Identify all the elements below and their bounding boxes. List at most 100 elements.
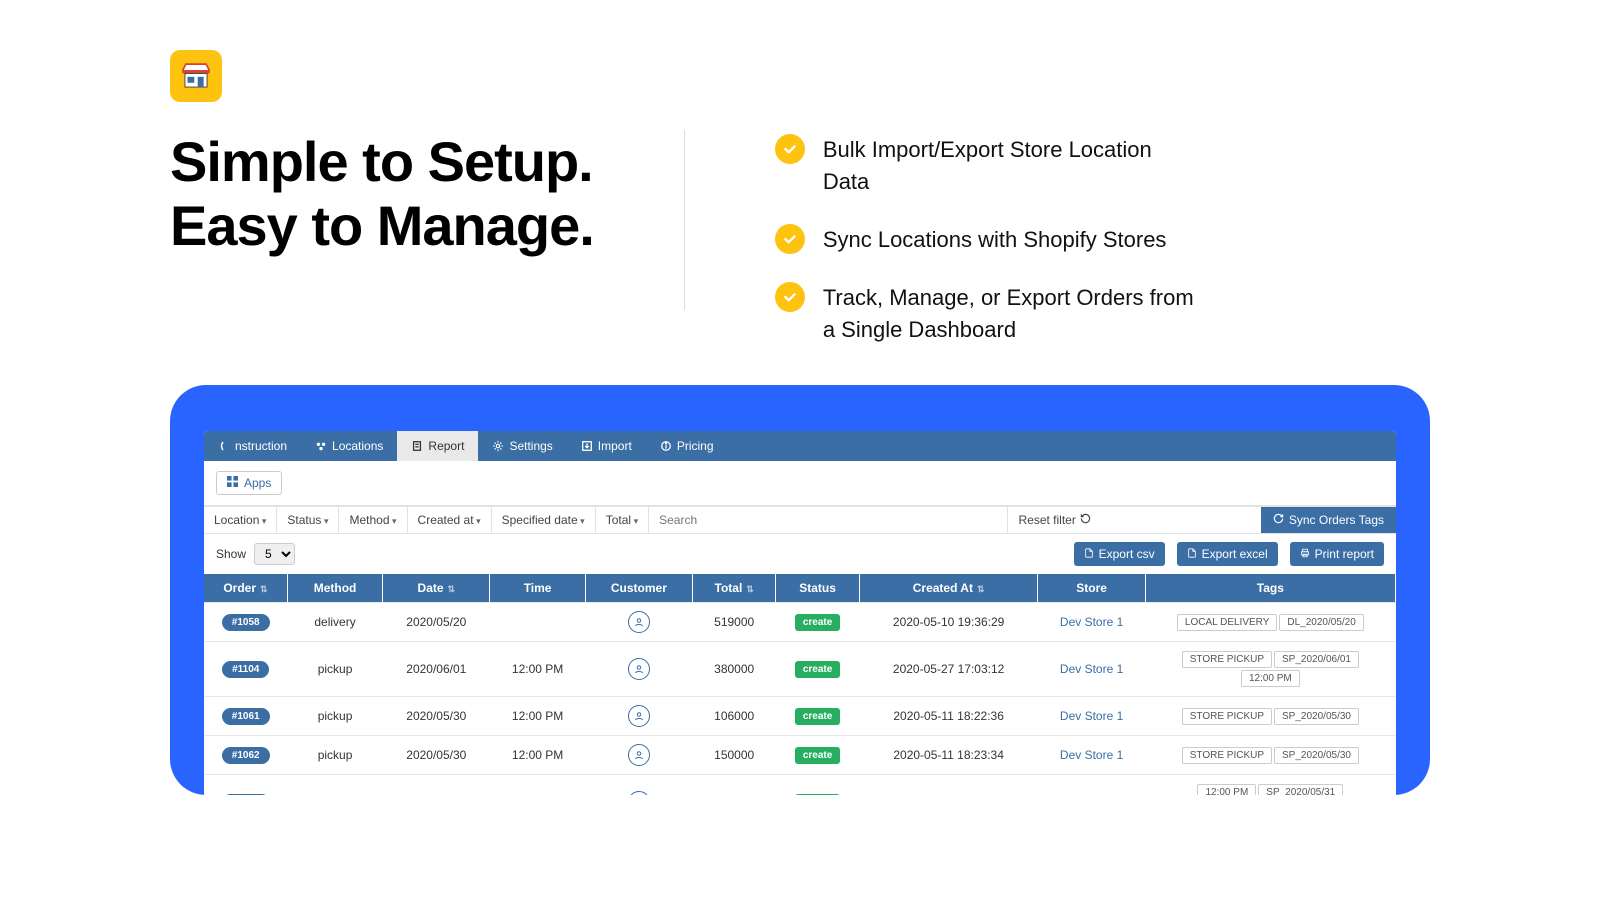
order-link[interactable]: #1058 — [222, 614, 270, 631]
filter-total[interactable]: Total — [596, 507, 649, 533]
tab-label: Report — [428, 439, 464, 453]
export-excel-label: Export excel — [1202, 547, 1268, 561]
tab-nstruction[interactable]: nstruction — [204, 431, 301, 461]
dashboard-app: nstruction Locations Report SettingsImport P… — [204, 431, 1396, 795]
show-select[interactable]: 5 — [254, 543, 295, 565]
table-row: #1058delivery2020/05/20519000create2020-… — [204, 603, 1396, 642]
store-link[interactable]: Dev Store 1 — [1060, 748, 1123, 762]
tag-chip: SP_2020/05/30 — [1274, 708, 1359, 725]
store-link[interactable]: Dev Store 1 — [1060, 709, 1123, 723]
cell-time: 12:00 PM — [490, 736, 585, 775]
export-csv-label: Export csv — [1099, 547, 1155, 561]
screenshot-frame: nstruction Locations Report SettingsImport P… — [170, 385, 1430, 795]
col-method[interactable]: Method — [287, 574, 382, 603]
print-report-label: Print report — [1315, 547, 1374, 561]
check-icon — [775, 224, 805, 254]
filter-status[interactable]: Status — [277, 507, 339, 533]
headline-l1: Simple to Setup. — [170, 130, 594, 194]
status-badge: create — [795, 794, 840, 796]
col-label: Store — [1076, 581, 1107, 595]
cell-method: pickup — [287, 697, 382, 736]
sort-icon: ⇅ — [977, 584, 985, 594]
filter-location[interactable]: Location — [204, 507, 277, 533]
cell-created-at: 2020-05-27 17:03:12 — [859, 642, 1038, 697]
orders-table: Order⇅MethodDate⇅TimeCustomerTotal⇅Statu… — [204, 574, 1396, 795]
customer-icon[interactable] — [628, 658, 650, 680]
cell-created-at: 2020-05-26 12:24:57 — [859, 775, 1038, 796]
sort-icon: ⇅ — [746, 584, 754, 594]
store-link[interactable]: Dev Store 1 — [1060, 662, 1123, 676]
filter-method[interactable]: Method — [339, 507, 407, 533]
filter-created-at[interactable]: Created at — [408, 507, 492, 533]
nav-tabs: nstruction Locations Report SettingsImport P… — [204, 431, 1396, 461]
reset-filter-button[interactable]: Reset filter — [1007, 507, 1100, 533]
export-csv-button[interactable]: Export csv — [1074, 542, 1165, 566]
cell-date: 2020/05/31 — [383, 775, 490, 796]
order-link[interactable]: #1062 — [222, 747, 270, 764]
col-order[interactable]: Order⇅ — [204, 574, 287, 603]
tab-settings[interactable]: Settings — [478, 431, 566, 461]
filter-specified-date[interactable]: Specified date — [492, 507, 596, 533]
col-label: Method — [314, 581, 357, 595]
cell-created-at: 2020-05-10 19:36:29 — [859, 603, 1038, 642]
apps-button-label: Apps — [244, 476, 271, 490]
status-badge: create — [795, 747, 840, 764]
tab-label: Pricing — [677, 439, 714, 453]
col-label: Status — [799, 581, 836, 595]
check-icon — [775, 134, 805, 164]
table-row: #1062pickup2020/05/3012:00 PM150000creat… — [204, 736, 1396, 775]
search-input[interactable] — [649, 507, 1007, 533]
gear-icon — [492, 440, 504, 452]
check-icon — [775, 282, 805, 312]
col-label: Total — [715, 581, 743, 595]
order-link[interactable]: #1061 — [222, 708, 270, 725]
print-report-button[interactable]: Print report — [1290, 542, 1384, 566]
customer-icon[interactable] — [628, 744, 650, 766]
table-row: #1092pickup2020/05/3112:00 PM230000creat… — [204, 775, 1396, 796]
cell-method: pickup — [287, 642, 382, 697]
info-icon — [660, 440, 672, 452]
file-icon — [1084, 547, 1094, 561]
tab-import[interactable]: Import — [567, 431, 646, 461]
cell-time: 12:00 PM — [490, 697, 585, 736]
cell-date: 2020/05/30 — [383, 697, 490, 736]
tab-label: nstruction — [235, 439, 287, 453]
col-time[interactable]: Time — [490, 574, 585, 603]
cell-tags: STORE PICKUPSP_2020/06/0112:00 PM — [1145, 642, 1395, 697]
col-created-at[interactable]: Created At⇅ — [859, 574, 1038, 603]
col-status[interactable]: Status — [776, 574, 859, 603]
col-store[interactable]: Store — [1038, 574, 1145, 603]
tag-chip: LOCAL DELIVERY — [1177, 614, 1277, 631]
reset-filter-label: Reset filter — [1018, 513, 1075, 527]
sync-icon — [1273, 513, 1284, 527]
paren-icon — [218, 440, 230, 452]
tag-chip: 12:00 PM — [1241, 670, 1300, 687]
customer-icon[interactable] — [628, 705, 650, 727]
export-excel-button[interactable]: Export excel — [1177, 542, 1278, 566]
col-customer[interactable]: Customer — [585, 574, 692, 603]
cell-date: 2020/05/30 — [383, 736, 490, 775]
order-link[interactable]: #1092 — [222, 794, 270, 796]
col-date[interactable]: Date⇅ — [383, 574, 490, 603]
filter-bar: Location Status Method Created at Specif… — [204, 506, 1396, 534]
cell-date: 2020/05/20 — [383, 603, 490, 642]
tab-report[interactable]: Report — [397, 431, 478, 461]
cell-tags: 12:00 PMSP_2020/05/31STORE PICKUP — [1145, 775, 1395, 796]
col-tags[interactable]: Tags — [1145, 574, 1395, 603]
feature-text: Track, Manage, or Export Orders from a S… — [823, 282, 1195, 346]
col-total[interactable]: Total⇅ — [692, 574, 775, 603]
store-link[interactable]: Dev Store 1 — [1060, 615, 1123, 629]
cell-time: 12:00 PM — [490, 642, 585, 697]
order-link[interactable]: #1104 — [222, 661, 269, 678]
tab-locations[interactable]: Locations — [301, 431, 397, 461]
apps-button[interactable]: Apps — [216, 471, 282, 495]
cell-date: 2020/06/01 — [383, 642, 490, 697]
status-badge: create — [795, 614, 840, 631]
feature-item: Bulk Import/Export Store Location Data — [775, 134, 1195, 198]
customer-icon[interactable] — [628, 791, 650, 795]
customer-icon[interactable] — [628, 611, 650, 633]
doc-icon — [411, 440, 423, 452]
sync-orders-tags-button[interactable]: Sync Orders Tags — [1261, 507, 1396, 533]
tag-chip: 12:00 PM — [1197, 784, 1256, 795]
tab-pricing[interactable]: Pricing — [646, 431, 728, 461]
